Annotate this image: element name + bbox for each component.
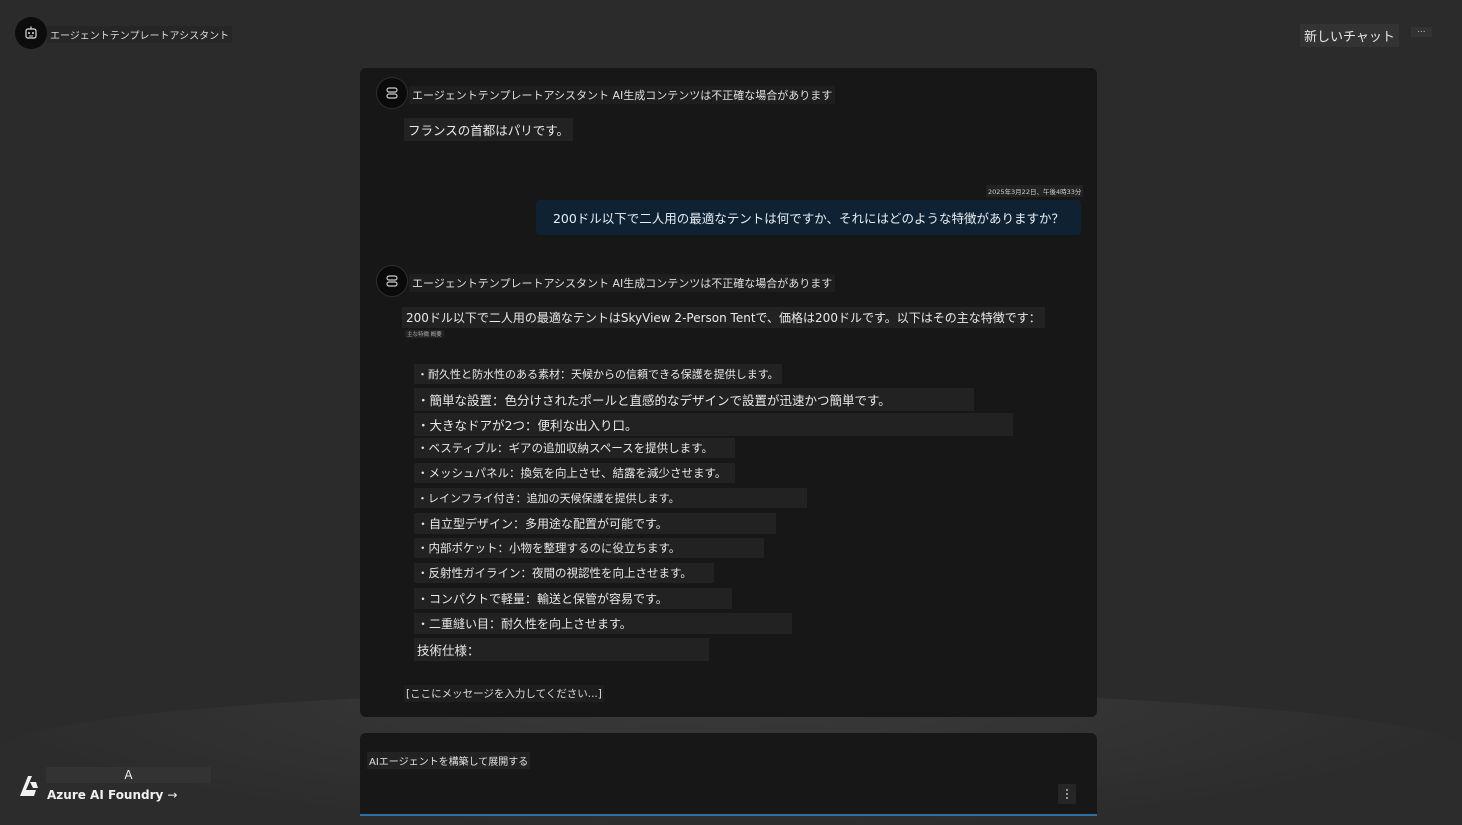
message-input-placeholder[interactable]: [ここにメッセージを入力してください...] [404, 685, 604, 702]
bot-avatar [376, 265, 408, 297]
feature-item: ・レインフライ付き：追加の天候保護を提供します。 [414, 488, 807, 508]
more-options-button[interactable]: ... [1411, 26, 1432, 37]
feature-item: ・メッシュパネル：換気を向上させ、結露を減少させます。 [414, 463, 735, 483]
app-title: エージェントテンプレートアシスタント [47, 26, 233, 43]
user-message-text: 200ドル以下で二人用の最適なテントは何ですか、それにはどのような特徴があります… [552, 211, 1065, 226]
composer-text[interactable]: AIエージェントを構築して展開する [367, 752, 531, 769]
assistant-avatar [15, 17, 47, 49]
send-button[interactable] [1058, 784, 1076, 804]
bot-icon [386, 275, 398, 287]
bot-avatar [376, 77, 408, 109]
user-initial-avatar: A [46, 767, 211, 783]
azure-foundry-label: Azure AI Foundry [47, 788, 164, 802]
arrow-right-icon: → [167, 788, 178, 802]
message-timestamp: 2025年3月22日、午後4時33分 [986, 185, 1084, 197]
feature-item: ・反射性ガイライン：夜間の視認性を向上させます。 [414, 563, 714, 583]
send-icon [1066, 789, 1068, 799]
feature-item: ・自立型デザイン：多用途な配置が可能です。 [414, 513, 776, 534]
feature-item: ・コンパクトで軽量：輸送と保管が容易です。 [414, 588, 732, 609]
feature-item: ・簡単な設置：色分けされたポールと直感的なデザインで設置が迅速かつ簡単です。 [414, 388, 974, 411]
new-chat-button[interactable]: 新しいチャット [1300, 24, 1399, 47]
assistant-message-intro: 200ドル以下で二人用の最適なテントはSkyView 2-Person Tent… [402, 307, 1045, 328]
robot-icon [25, 26, 37, 39]
message-header: エージェントテンプレートアシスタント AI生成コンテンツは不正確な場合があります [409, 274, 836, 292]
message-subline: 主な特徴 概要 [405, 330, 444, 338]
message-header: エージェントテンプレートアシスタント AI生成コンテンツは不正確な場合があります [409, 86, 836, 104]
feature-item: ・大きなドアが2つ：便利な出入り口。 [414, 413, 1013, 436]
user-message: 200ドル以下で二人用の最適なテントは何ですか、それにはどのような特徴があります… [536, 200, 1081, 235]
feature-item: ・内部ポケット：小物を整理するのに役立ちます。 [414, 538, 764, 558]
assistant-message: フランスの首都はパリです。 [404, 118, 574, 141]
bot-icon [386, 87, 398, 99]
azure-foundry-logo-icon [20, 776, 38, 796]
azure-foundry-link[interactable]: Azure AI Foundry → [47, 788, 177, 802]
composer-panel[interactable]: AIエージェントを構築して展開する [360, 733, 1097, 816]
feature-item: ・耐久性と防水性のある素材：天候からの信頼できる保護を提供します。 [414, 364, 782, 384]
feature-item: ・二重縫い目：耐久性を向上させます。 [414, 613, 792, 634]
feature-item: ・ベスティブル：ギアの追加収納スペースを提供します。 [414, 438, 735, 458]
feature-item: 技術仕様： [414, 638, 709, 661]
